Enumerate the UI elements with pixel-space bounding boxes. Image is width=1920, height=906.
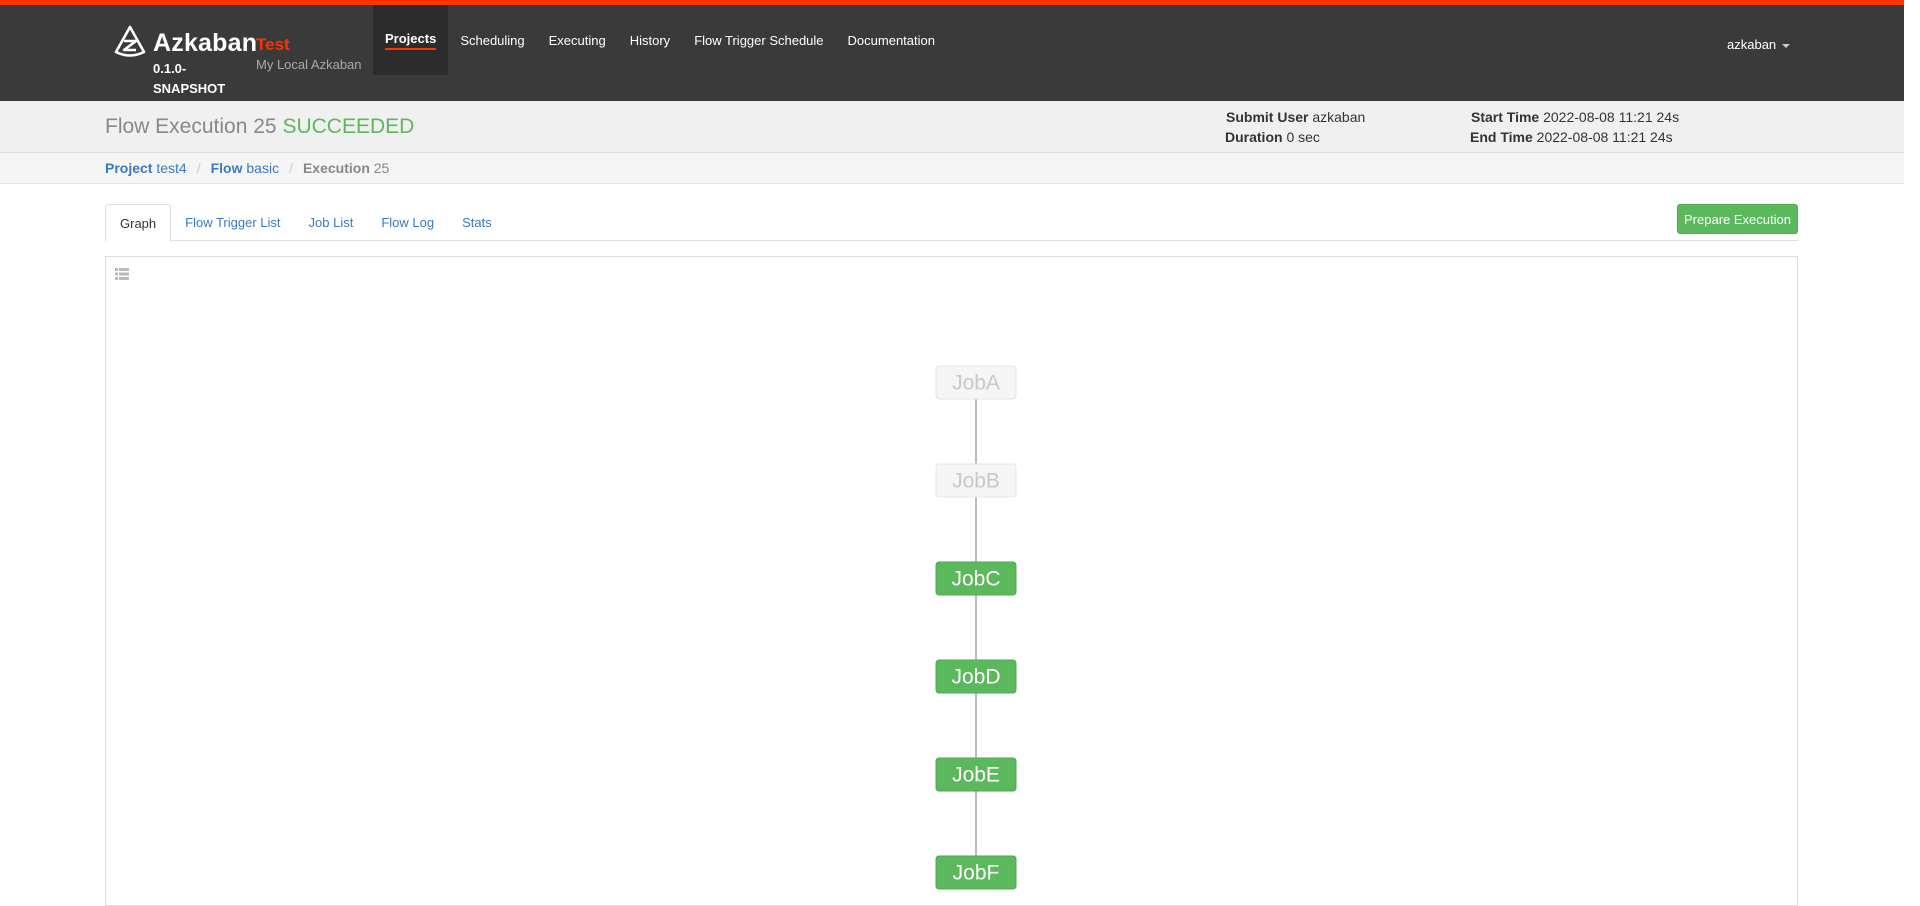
user-menu[interactable]: azkaban [1727, 37, 1791, 52]
breadcrumb-flow-value: basic [246, 160, 280, 176]
breadcrumb-execution-label: Execution [302, 160, 370, 176]
nav-executing-label: Executing [548, 32, 606, 48]
duration-label: Duration [1225, 129, 1283, 145]
submit-user: Submit User azkaban [1226, 109, 1365, 125]
start-time-label: Start Time [1471, 109, 1540, 125]
submit-user-value: azkaban [1312, 109, 1366, 125]
flow-execution-title: Flow Execution 25 [105, 115, 277, 138]
job-node-jobf[interactable]: JobF [935, 855, 1017, 890]
job-node-joba[interactable]: JobA [935, 365, 1017, 400]
job-node-jobc[interactable]: JobC [935, 561, 1017, 596]
breadcrumb-separator: / [196, 160, 201, 176]
job-node-label: JobE [952, 764, 1000, 787]
tab-stats[interactable]: Stats [448, 204, 506, 241]
tab-graph[interactable]: Graph [105, 204, 172, 242]
breadcrumb-execution-value: 25 [373, 160, 390, 176]
breadcrumb-flow[interactable]: Flow basic [211, 160, 279, 176]
job-node-label: JobA [952, 372, 1000, 395]
environment: Test My Local Azkaban [256, 35, 362, 72]
tab-flow-log[interactable]: Flow Log [367, 204, 448, 241]
azkaban-logo-icon [114, 25, 146, 57]
brand[interactable]: Azkaban 0.1.0-SNAPSHOT [113, 23, 257, 96]
status-badge: SUCCEEDED [282, 115, 415, 138]
duration: Duration 0 sec [1225, 129, 1320, 145]
nav-documentation-label: Documentation [847, 32, 935, 48]
start-time-value: 2022-08-08 11:21 24s [1543, 109, 1680, 125]
breadcrumb-execution: Execution 25 [303, 160, 389, 176]
main-nav: Projects Scheduling Executing History Fl… [373, 5, 947, 101]
submit-user-label: Submit User [1226, 109, 1309, 125]
job-node-jobe[interactable]: JobE [935, 757, 1017, 792]
breadcrumb-project-value: test4 [156, 160, 187, 176]
duration-value: 0 sec [1286, 129, 1320, 145]
breadcrumb-separator: / [289, 160, 293, 176]
end-time: End Time 2022-08-08 11:21 24s [1470, 129, 1673, 145]
nav-history-label: History [629, 32, 671, 48]
nav-scheduling[interactable]: Scheduling [448, 5, 536, 75]
breadcrumb-project-label: Project [105, 160, 153, 176]
nav-projects-label: Projects [385, 31, 437, 50]
tab-job-list[interactable]: Job List [295, 204, 368, 241]
start-time: Start Time 2022-08-08 11:21 24s [1471, 109, 1679, 125]
graph-panel[interactable]: JobA JobB JobC JobD JobE JobF [105, 256, 1798, 906]
execution-tabs: Graph Flow Trigger List Job List Flow Lo… [105, 204, 1798, 242]
prepare-execution-button[interactable]: Prepare Execution [1677, 204, 1798, 234]
job-node-label: JobD [951, 666, 1000, 689]
brand-version: 0.1.0-SNAPSHOT [153, 61, 226, 96]
breadcrumb-bar: Project test4 / Flow basic / Execution 2… [0, 153, 1904, 184]
nav-flow-trigger-schedule[interactable]: Flow Trigger Schedule [682, 5, 835, 75]
breadcrumb-flow-label: Flow [210, 160, 243, 176]
environment-description: My Local Azkaban [256, 57, 362, 72]
job-node-label: JobB [952, 470, 1000, 493]
nav-history[interactable]: History [618, 5, 682, 75]
environment-name: Test [256, 35, 290, 54]
tab-flow-trigger-list[interactable]: Flow Trigger List [171, 204, 294, 241]
caret-down-icon [1782, 43, 1791, 48]
breadcrumb: Project test4 / Flow basic / Execution 2… [105, 160, 389, 176]
job-node-jobb[interactable]: JobB [935, 463, 1017, 498]
user-name: azkaban [1727, 37, 1777, 52]
nav-flow-trigger-schedule-label: Flow Trigger Schedule [694, 32, 824, 48]
page-title: Flow Execution 25 SUCCEEDED [105, 115, 414, 139]
end-time-label: End Time [1470, 129, 1533, 145]
job-node-label: JobC [951, 568, 1000, 591]
breadcrumb-project[interactable]: Project test4 [105, 160, 187, 176]
top-navbar: Azkaban 0.1.0-SNAPSHOT Test My Local Azk… [0, 0, 1904, 101]
execution-header: Flow Execution 25 SUCCEEDED Submit User … [0, 101, 1904, 153]
brand-name: Azkaban [153, 29, 258, 57]
nav-executing[interactable]: Executing [537, 5, 618, 75]
job-node-jobd[interactable]: JobD [935, 659, 1017, 694]
job-node-label: JobF [953, 862, 1000, 885]
nav-documentation[interactable]: Documentation [836, 5, 947, 75]
end-time-value: 2022-08-08 11:21 24s [1536, 129, 1673, 145]
nav-scheduling-label: Scheduling [460, 32, 525, 48]
flow-graph: JobA JobB JobC JobD JobE JobF [935, 365, 1017, 890]
nav-projects[interactable]: Projects [373, 5, 449, 75]
